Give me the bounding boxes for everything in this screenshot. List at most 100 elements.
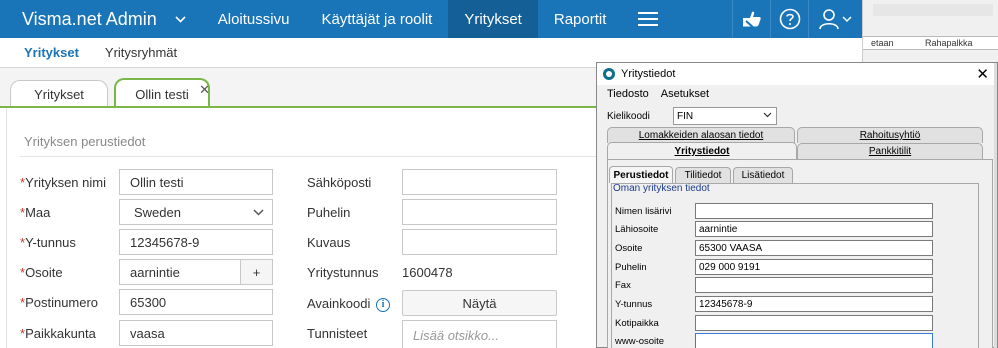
field-label-fax: Fax [615, 280, 631, 291]
show-key-button[interactable]: Näytä [402, 290, 557, 316]
address-input-value: aarnintie [130, 264, 180, 280]
label-maa: *Maa [20, 205, 50, 220]
label-y-tunnus: *Y-tunnus [20, 235, 76, 250]
country-select[interactable]: Sweden [119, 199, 273, 225]
language-label: Kielikoodi [607, 111, 650, 122]
city-input[interactable]: vaasa [119, 320, 273, 346]
chevron-down-icon[interactable] [167, 0, 202, 38]
tab-yritykset[interactable]: Yritykset [10, 80, 108, 108]
dialog-titlebar: Yritystiedot ✕ [597, 63, 997, 85]
group-title: Oman yrityksen tiedot [613, 183, 710, 194]
tags-input[interactable]: Lisää otsikko... [402, 320, 557, 348]
label-osoite-text: Osoite [25, 265, 63, 280]
label-paikkakunta-text: Paikkakunta [25, 326, 96, 341]
label-postinumero-text: Postinumero [25, 295, 99, 310]
spreadsheet-toolbar [873, 4, 993, 16]
close-tab-icon[interactable]: ✕ [199, 82, 210, 98]
language-select[interactable]: FIN [673, 107, 777, 125]
label-osoite: *Osoite [20, 265, 63, 280]
label-sahkoposti: Sähköposti [307, 175, 372, 190]
tab-pankkitilit[interactable]: Pankkitilit [797, 143, 983, 159]
menu-icon[interactable] [622, 0, 674, 38]
sheet-col-rahapalkka: Rahapalkka [925, 38, 973, 48]
field-input-nimen-lisarivi[interactable] [695, 203, 933, 219]
label-y-tunnus-text: Y-tunnus [25, 235, 76, 250]
app-logo-icon [603, 68, 615, 80]
company-name-input-value: Ollin testi [130, 174, 184, 190]
menu-asetukset[interactable]: Asetukset [661, 88, 709, 100]
field-label-kotipaikka: Kotipaikka [615, 318, 659, 329]
field-label-nimen-lisarivi: Nimen lisärivi [615, 206, 672, 217]
subtab-lisatiedot[interactable]: Lisätiedot [733, 167, 793, 183]
email-input[interactable] [402, 169, 557, 195]
subtab-perustiedot[interactable]: Perustiedot [609, 166, 673, 183]
info-icon[interactable]: i [376, 297, 390, 312]
field-input-osoite[interactable]: 65300 VAASA [695, 240, 933, 256]
label-paikkakunta: *Paikkakunta [20, 326, 96, 341]
postal-code-input[interactable]: 65300 [119, 289, 273, 315]
tab-lomakkeiden-alaosan-tiedot[interactable]: Lomakkeiden alaosan tiedot [607, 127, 795, 143]
subnav-yritykset[interactable]: Yritykset [24, 45, 79, 60]
company-id-value: 1600478 [402, 265, 453, 280]
field-label-puhelin: Puhelin [615, 262, 647, 273]
tab-yritystiedot[interactable]: Yritystiedot [607, 142, 797, 160]
field-input-y-tunnus[interactable]: 12345678-9 [695, 296, 933, 312]
sheet-col-etaan: etaan [871, 38, 894, 48]
spreadsheet-header: etaan Rahapalkka [863, 36, 998, 50]
subtab-tilitiedot[interactable]: Tilitiedot [675, 167, 731, 183]
dialog-menubar: Tiedosto Asetukset [597, 85, 997, 103]
field-label-lahiosoite: Lähiosoite [615, 224, 659, 235]
feedback-icon[interactable] [732, 0, 770, 38]
dialog-title: Yritystiedot [621, 68, 676, 80]
field-label-www-osoite: www-osoite [615, 336, 665, 347]
postal-code-input-value: 65300 [130, 294, 167, 310]
topbar-actions [732, 0, 862, 38]
label-yrityksen-nimi: *Yrityksen nimi [20, 175, 106, 190]
description-input[interactable] [402, 229, 557, 255]
field-input-lahiosoite[interactable]: aarnintie [695, 221, 933, 237]
country-select-value: Sweden [134, 204, 181, 220]
nav-kayttajat-ja-roolit[interactable]: Käyttäjät ja roolit [305, 0, 448, 38]
tab-ollin-testi-label: Ollin testi [135, 86, 189, 102]
tab-ollin-testi[interactable]: Ollin testi ✕ [114, 78, 210, 108]
tab-yritykset-label: Yritykset [34, 87, 84, 102]
company-info-dialog: Yritystiedot ✕ Tiedosto Asetukset Kielik… [596, 62, 998, 348]
label-yrityksen-nimi-text: Yrityksen nimi [25, 175, 106, 190]
company-name-input[interactable]: Ollin testi [119, 169, 273, 195]
chevron-down-icon [763, 110, 772, 120]
label-avainkoodi-text: Avainkoodi [307, 296, 371, 311]
subnav-yritysryhmat[interactable]: Yritysryhmät [105, 45, 177, 60]
field-input-kotipaikka[interactable] [695, 315, 933, 331]
menu-tiedosto[interactable]: Tiedosto [607, 88, 649, 100]
label-kuvaus: Kuvaus [307, 235, 351, 250]
nav-aloitussivu[interactable]: Aloitussivu [202, 0, 306, 38]
chevron-down-icon [253, 205, 264, 219]
business-id-input[interactable]: 12345678-9 [119, 229, 273, 255]
phone-input[interactable] [402, 199, 557, 225]
tags-placeholder: Lisää otsikko... [413, 327, 499, 343]
label-postinumero: *Postinumero [20, 295, 98, 310]
app-topbar: Visma.net Admin Aloitussivu Käyttäjät ja… [0, 0, 862, 38]
dialog-scrollbar[interactable] [994, 63, 997, 348]
city-input-value: vaasa [130, 325, 165, 341]
close-icon[interactable]: ✕ [976, 65, 989, 83]
help-icon[interactable] [770, 0, 808, 38]
label-maa-text: Maa [25, 205, 51, 220]
tab-rahoitusyhtio[interactable]: Rahoitusyhtiö [797, 127, 983, 143]
add-address-button[interactable]: + [240, 259, 273, 285]
field-input-fax[interactable] [695, 277, 933, 293]
field-label-osoite: Osoite [615, 243, 643, 254]
label-tunnisteet: Tunnisteet [307, 326, 368, 341]
nav-yritykset[interactable]: Yritykset [448, 0, 538, 38]
label-avainkoodi: Avainkoodi i [307, 296, 390, 312]
label-yritystunnus: Yritystunnus [307, 265, 379, 280]
nav-raportit[interactable]: Raportit [538, 0, 623, 38]
label-puhelin: Puhelin [307, 205, 351, 220]
business-id-input-value: 12345678-9 [130, 234, 200, 250]
app-brand[interactable]: Visma.net Admin [0, 0, 167, 38]
user-menu-icon[interactable] [808, 0, 862, 38]
section-title: Yrityksen perustiedot [24, 134, 146, 149]
field-input-www-osoite[interactable] [695, 333, 933, 348]
address-input[interactable]: aarnintie [119, 259, 241, 285]
field-input-puhelin[interactable]: 029 000 9191 [695, 259, 933, 275]
